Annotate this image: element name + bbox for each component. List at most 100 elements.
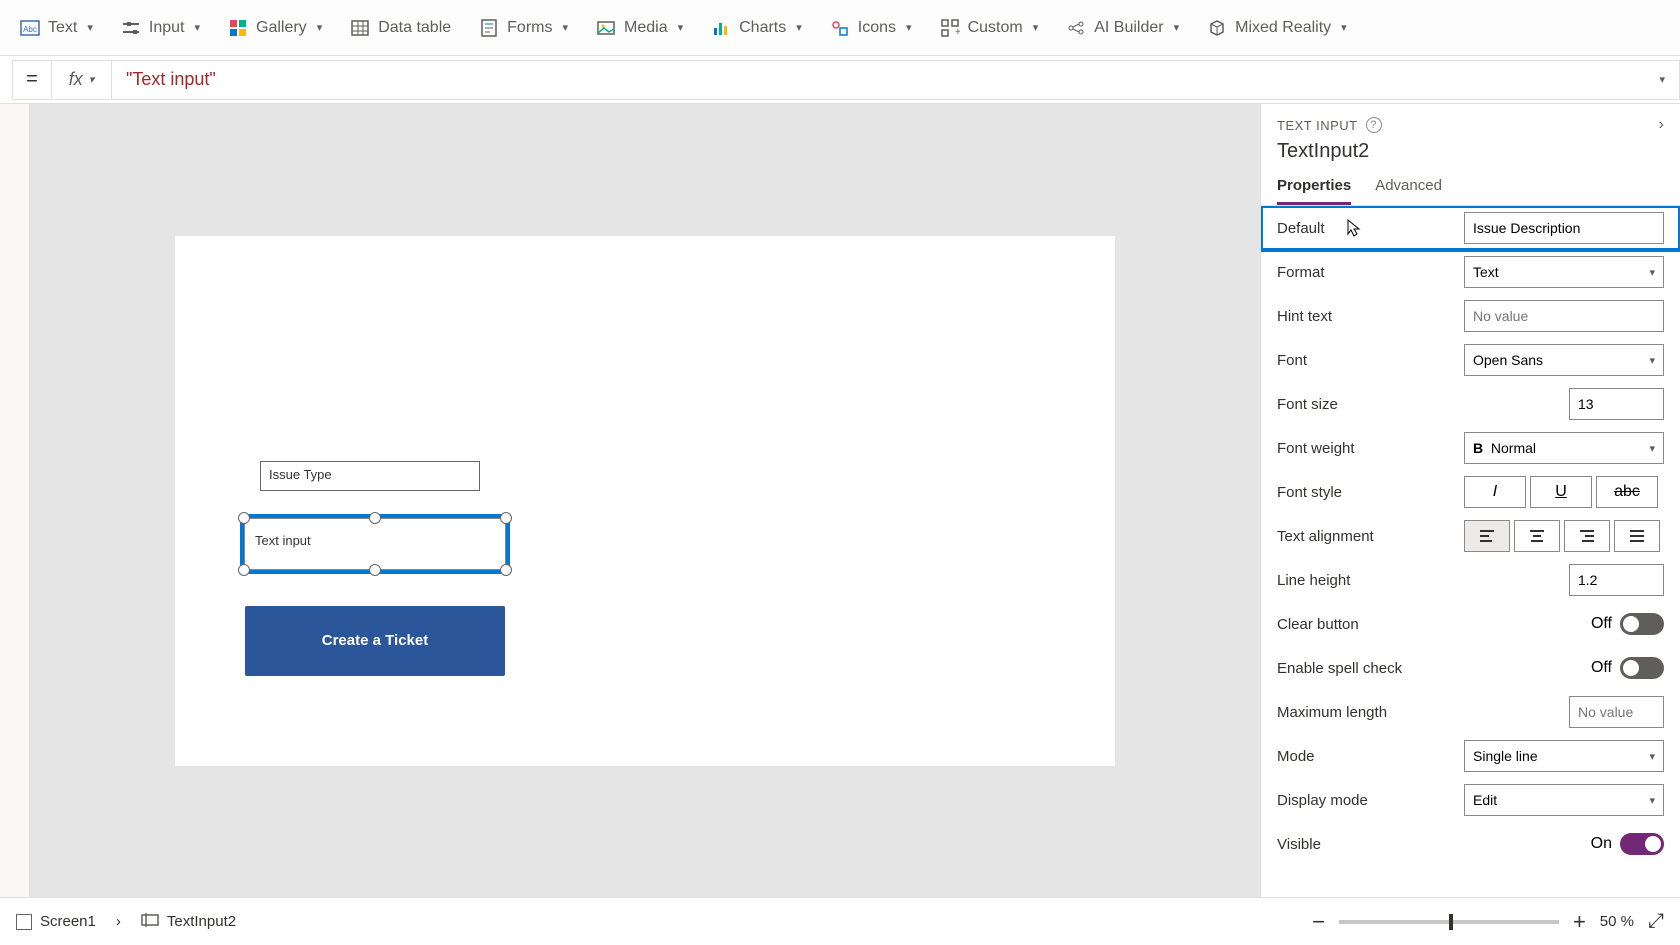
- chevron-down-icon: ▾: [1033, 21, 1039, 34]
- italic-button[interactable]: I: [1464, 476, 1526, 508]
- fontweight-select[interactable]: B Normal▾: [1464, 432, 1664, 464]
- formula-input[interactable]: "Text input" ▾: [112, 60, 1680, 100]
- prop-label: Hint text: [1277, 308, 1332, 325]
- format-select[interactable]: Text▾: [1464, 256, 1664, 288]
- formula-bar: = fx ▾ "Text input" ▾: [0, 56, 1680, 104]
- prop-label: Display mode: [1277, 792, 1368, 809]
- create-ticket-button[interactable]: Create a Ticket: [245, 606, 505, 676]
- toolbar-gallery[interactable]: Gallery ▾: [216, 12, 334, 44]
- control-type-label: TEXT INPUT: [1277, 118, 1358, 133]
- resize-handle[interactable]: [369, 512, 381, 524]
- resize-handle[interactable]: [500, 512, 512, 524]
- toolbar-text[interactable]: Abc Text ▾: [8, 12, 105, 44]
- displaymode-select[interactable]: Edit▾: [1464, 784, 1664, 816]
- toolbar-label: Mixed Reality: [1235, 19, 1331, 37]
- toolbar-media[interactable]: Media ▾: [584, 12, 695, 44]
- screen-icon: [16, 914, 32, 930]
- toolbar-aibuilder[interactable]: AI Builder ▾: [1054, 12, 1191, 44]
- chevron-down-icon: ▾: [194, 21, 200, 34]
- toolbar-datatable[interactable]: Data table: [338, 12, 463, 44]
- lineheight-input[interactable]: [1569, 564, 1664, 596]
- prop-maxlength: Maximum length: [1261, 690, 1680, 734]
- insert-toolbar: Abc Text ▾ Input ▾ Gallery ▾ Data table …: [0, 0, 1680, 56]
- toolbar-icons[interactable]: Icons ▾: [818, 12, 924, 44]
- prop-label: Default: [1277, 220, 1325, 237]
- clearbutton-toggle[interactable]: [1620, 613, 1664, 635]
- chevron-down-icon: ▾: [87, 21, 93, 34]
- zoom-value: 50 %: [1600, 913, 1634, 930]
- input-sliders-icon: [121, 18, 141, 38]
- underline-button[interactable]: U: [1530, 476, 1592, 508]
- prop-label: Font style: [1277, 484, 1342, 501]
- textinput2-control[interactable]: Text input: [244, 518, 506, 570]
- prop-spellcheck: Enable spell check Off: [1261, 646, 1680, 690]
- hinttext-input[interactable]: [1464, 300, 1664, 332]
- resize-handle[interactable]: [500, 564, 512, 576]
- tab-properties[interactable]: Properties: [1277, 177, 1351, 205]
- toolbar-charts[interactable]: Charts ▾: [699, 12, 814, 44]
- prop-label: Mode: [1277, 748, 1315, 765]
- prop-mode: Mode Single line▾: [1261, 734, 1680, 778]
- default-input[interactable]: [1464, 212, 1664, 244]
- help-icon[interactable]: ?: [1366, 117, 1382, 133]
- mixed-reality-icon: [1207, 18, 1227, 38]
- strikethrough-button[interactable]: abc: [1596, 476, 1658, 508]
- chevron-down-icon: ▾: [1649, 354, 1655, 367]
- font-select[interactable]: Open Sans▾: [1464, 344, 1664, 376]
- prop-label: Enable spell check: [1277, 660, 1402, 677]
- toolbar-custom[interactable]: + Custom ▾: [928, 12, 1051, 44]
- textinput-icon: [141, 912, 159, 932]
- visible-toggle[interactable]: [1620, 833, 1664, 855]
- align-right-button[interactable]: [1564, 520, 1610, 552]
- align-center-button[interactable]: [1514, 520, 1560, 552]
- prop-fontstyle: Font style I U abc: [1261, 470, 1680, 514]
- mode-select[interactable]: Single line▾: [1464, 740, 1664, 772]
- fx-button[interactable]: fx ▾: [52, 60, 112, 100]
- chevron-down-icon: ▾: [1341, 21, 1347, 34]
- prop-label: Format: [1277, 264, 1325, 281]
- align-left-button[interactable]: [1464, 520, 1510, 552]
- toolbar-label: Gallery: [256, 19, 307, 37]
- zoom-slider[interactable]: [1339, 920, 1559, 924]
- forms-icon: [479, 18, 499, 38]
- chevron-down-icon: ▾: [1649, 794, 1655, 807]
- ai-builder-icon: [1066, 18, 1086, 38]
- maxlength-input[interactable]: [1569, 696, 1664, 728]
- properties-panel: TEXT INPUT ? › TextInput2 Properties Adv…: [1260, 104, 1680, 897]
- textinput1-control[interactable]: Issue Type: [260, 461, 480, 491]
- textinput2-selection[interactable]: Text input: [240, 514, 510, 574]
- zoom-out-button[interactable]: −: [1312, 909, 1325, 935]
- tab-advanced[interactable]: Advanced: [1375, 177, 1442, 205]
- toolbar-label: Icons: [858, 19, 896, 37]
- toolbar-label: Input: [149, 19, 185, 37]
- app-screen-canvas[interactable]: Issue Type Text input Create a Ticket: [175, 236, 1115, 766]
- equals-button[interactable]: =: [12, 60, 52, 100]
- toolbar-label: AI Builder: [1094, 19, 1163, 37]
- canvas-area[interactable]: Issue Type Text input Create a Ticket: [30, 104, 1260, 897]
- breadcrumb-screen[interactable]: Screen1: [16, 913, 96, 930]
- chevron-right-icon[interactable]: ›: [1659, 116, 1664, 134]
- toolbar-mixedreality[interactable]: Mixed Reality ▾: [1195, 12, 1359, 44]
- resize-handle[interactable]: [238, 512, 250, 524]
- control-name: TextInput2: [1277, 140, 1664, 163]
- resize-handle[interactable]: [238, 564, 250, 576]
- fontsize-input[interactable]: [1569, 388, 1664, 420]
- gallery-grid-icon: [228, 18, 248, 38]
- zoom-in-button[interactable]: +: [1573, 909, 1586, 935]
- toolbar-input[interactable]: Input ▾: [109, 12, 212, 44]
- cursor-icon: [1346, 218, 1362, 238]
- prop-label: Clear button: [1277, 616, 1359, 633]
- toolbar-forms[interactable]: Forms ▾: [467, 12, 580, 44]
- breadcrumb-control[interactable]: TextInput2: [141, 912, 236, 932]
- left-rail[interactable]: [0, 104, 30, 897]
- prop-label: Font weight: [1277, 440, 1355, 457]
- prop-format: Format Text▾: [1261, 250, 1680, 294]
- spellcheck-toggle[interactable]: [1620, 657, 1664, 679]
- expand-icon[interactable]: ⤢: [1648, 910, 1664, 933]
- prop-fontweight: Font weight B Normal▾: [1261, 426, 1680, 470]
- toolbar-label: Text: [48, 19, 77, 37]
- resize-handle[interactable]: [369, 564, 381, 576]
- align-justify-button[interactable]: [1614, 520, 1660, 552]
- prop-visible: Visible On: [1261, 822, 1680, 866]
- datatable-icon: [350, 18, 370, 38]
